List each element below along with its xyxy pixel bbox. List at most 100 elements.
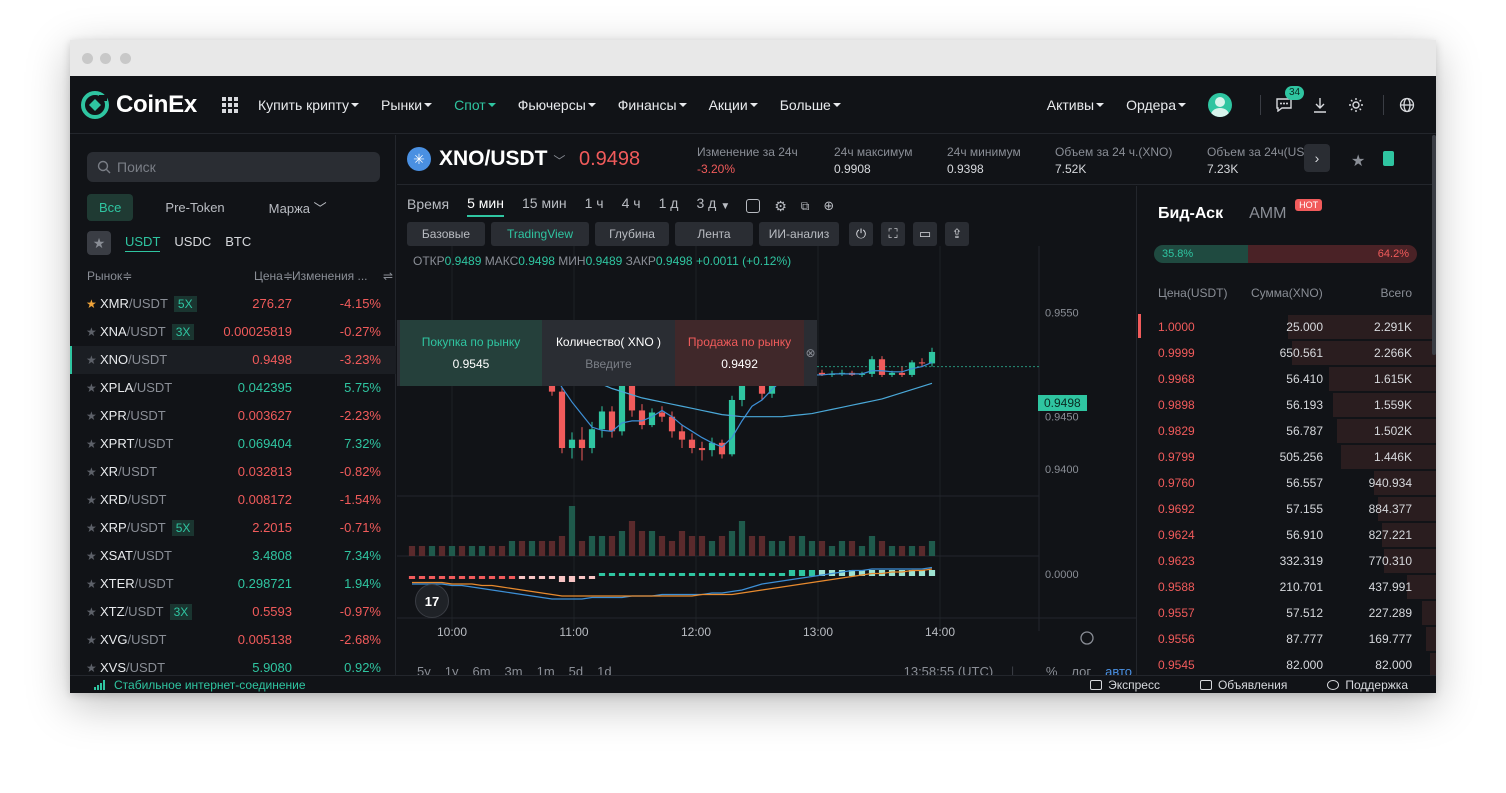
settings-gear-icon[interactable]: ⚙ — [774, 198, 787, 215]
timeframe-4[interactable]: 1 д — [659, 195, 679, 217]
assets-menu[interactable]: Активы — [1047, 97, 1105, 113]
pair-row[interactable]: ★ XTZ/USDT 3X 0.5593 -0.97% — [70, 598, 396, 626]
nav-item-3[interactable]: Фьючерсы — [518, 97, 596, 113]
pair-symbol[interactable]: XNO/USDT ﹀ — [439, 147, 565, 171]
market-sell-button[interactable]: Продажа по рынку 0.9492 — [675, 320, 805, 386]
timeframe-2[interactable]: 1 ч — [585, 195, 604, 217]
col-market[interactable]: Рынок≑ — [87, 269, 132, 283]
star-icon[interactable]: ★ — [86, 549, 97, 563]
filter-0[interactable]: Все — [87, 193, 134, 221]
timeframe-3[interactable]: 4 ч — [622, 195, 641, 217]
pair-row[interactable]: ★ XSAT/USDT 3.4808 7.34% — [70, 542, 396, 570]
filter-2[interactable]: Маржа ﹀ — [257, 192, 339, 223]
pair-row[interactable]: ★ XTER/USDT 0.298721 1.94% — [70, 570, 396, 598]
share-icon[interactable]: ⇪ — [945, 222, 969, 246]
star-icon[interactable]: ★ — [86, 633, 97, 647]
close-dot-icon[interactable] — [82, 53, 93, 64]
quote-tab-2[interactable]: BTC — [225, 234, 251, 252]
orders-menu[interactable]: Ордера — [1126, 97, 1186, 113]
nav-item-4[interactable]: Финансы — [618, 97, 687, 113]
price-chart[interactable]: 0.9550 0.9450 0.9400 0.0000 10:00 11:00 12:00 1… — [397, 246, 1137, 666]
star-icon[interactable]: ★ — [86, 437, 97, 451]
star-icon[interactable]: ★ — [86, 353, 97, 367]
ask-row[interactable]: 0.9760 56.557 940.934 — [1138, 470, 1436, 496]
nav-item-5[interactable]: Акции — [709, 97, 758, 113]
chevron-down-icon[interactable]: ▼ — [720, 201, 730, 212]
star-icon[interactable]: ★ — [86, 325, 97, 339]
minimize-dot-icon[interactable] — [100, 53, 111, 64]
ask-row[interactable]: 0.9999 650.561 2.266K — [1138, 340, 1436, 366]
support-link[interactable]: Поддержка — [1327, 678, 1408, 692]
pair-row[interactable]: ★ XPR/USDT 0.003627 -2.23% — [70, 402, 396, 430]
fullscreen-icon[interactable]: ⛶ — [881, 222, 905, 246]
view-tab-3[interactable]: Лента — [675, 222, 753, 246]
quote-tab-1[interactable]: USDC — [174, 234, 211, 252]
quantity-field[interactable]: Количество( XNO ) Введите — [542, 320, 675, 386]
search-input[interactable] — [117, 159, 367, 175]
view-tab-4[interactable]: ИИ-анализ — [759, 222, 839, 246]
ask-row[interactable]: 0.9799 505.256 1.446K — [1138, 444, 1436, 470]
ask-row[interactable]: 1.0000 25.000 2.291K — [1138, 314, 1436, 340]
ask-row[interactable]: 0.9624 56.910 827.221 — [1138, 522, 1436, 548]
ask-row[interactable]: 0.9623 332.319 770.310 — [1138, 548, 1436, 574]
col-change[interactable]: Изменения ... — [292, 269, 368, 283]
compare-icon[interactable]: ⧉ — [801, 199, 810, 214]
ask-row[interactable]: 0.9829 56.787 1.502K — [1138, 418, 1436, 444]
pair-row[interactable]: ★ XNO/USDT 0.9498 -3.23% — [70, 346, 396, 374]
maximize-dot-icon[interactable] — [120, 53, 131, 64]
filter-1[interactable]: Pre-Token — [153, 194, 236, 221]
pair-row[interactable]: ★ XNA/USDT 3X 0.00025819 -0.27% — [70, 318, 396, 346]
ask-row[interactable]: 0.9588 210.701 437.991 — [1138, 574, 1436, 600]
add-indicator-icon[interactable]: ⊕ — [823, 198, 834, 214]
favorites-star-icon[interactable]: ★ — [87, 231, 111, 255]
chevron-right-icon[interactable]: › — [1304, 144, 1330, 172]
globe-icon[interactable] — [1398, 96, 1416, 114]
ask-row[interactable]: 0.9557 57.512 227.289 — [1138, 600, 1436, 626]
pair-row[interactable]: ★ XPRT/USDT 0.069404 7.32% — [70, 430, 396, 458]
star-icon[interactable]: ★ — [86, 493, 97, 507]
timeframe-1[interactable]: 15 мин — [522, 195, 567, 217]
tradingview-logo[interactable]: 17 — [415, 584, 449, 618]
view-tab-1[interactable]: TradingView — [491, 222, 589, 246]
star-icon[interactable]: ★ — [86, 409, 97, 423]
view-tab-0[interactable]: Базовые — [407, 222, 485, 246]
ask-row[interactable]: 0.9556 87.777 169.777 — [1138, 626, 1436, 652]
user-avatar[interactable] — [1208, 93, 1232, 117]
ask-row[interactable]: 0.9968 56.410 1.615K — [1138, 366, 1436, 392]
view-tab-2[interactable]: Глубина — [595, 222, 669, 246]
pair-row[interactable]: ★ XR/USDT 0.032813 -0.82% — [70, 458, 396, 486]
theme-icon[interactable] — [1347, 96, 1365, 114]
tab-amm[interactable]: AMM HOT — [1249, 199, 1323, 223]
star-icon[interactable]: ★ — [86, 465, 97, 479]
panel-toggle-icon[interactable]: ▭ — [913, 222, 937, 246]
star-icon[interactable]: ★ — [86, 577, 97, 591]
tab-bid-ask[interactable]: Бид-Аск — [1158, 205, 1223, 223]
star-icon[interactable]: ★ — [86, 297, 97, 311]
download-icon[interactable] — [1311, 96, 1329, 114]
coinex-logo[interactable]: CoinEx — [80, 90, 197, 120]
page-scrollbar[interactable] — [1432, 135, 1436, 355]
ask-row[interactable]: 0.9898 56.193 1.559K — [1138, 392, 1436, 418]
nav-item-0[interactable]: Купить крипту — [258, 97, 360, 113]
quote-tab-0[interactable]: USDT — [125, 234, 161, 252]
market-buy-button[interactable]: Покупка по рынку 0.9545 — [399, 320, 542, 386]
apps-grid-icon[interactable] — [222, 97, 238, 113]
favorite-star-icon[interactable]: ★ — [1351, 151, 1365, 171]
pair-row[interactable]: ★ XPLA/USDT 0.042395 5.75% — [70, 374, 396, 402]
star-icon[interactable]: ★ — [86, 381, 97, 395]
ask-row[interactable]: 0.9692 57.155 884.377 — [1138, 496, 1436, 522]
star-icon[interactable]: ★ — [86, 605, 97, 619]
announcements-link[interactable]: Объявления — [1199, 678, 1287, 692]
swap-columns-icon[interactable]: ⇌ — [383, 269, 393, 283]
star-icon[interactable]: ★ — [86, 661, 97, 675]
col-price[interactable]: Цена≑ — [254, 269, 293, 283]
pair-row[interactable]: ★ XRP/USDT 5X 2.2015 -0.71% — [70, 514, 396, 542]
chat-icon[interactable]: 34 — [1275, 86, 1305, 114]
indicator-icon[interactable] — [746, 199, 761, 213]
star-icon[interactable]: ★ — [86, 521, 97, 535]
guide-book-icon[interactable] — [1383, 151, 1394, 166]
nav-item-1[interactable]: Рынки — [381, 97, 433, 113]
pair-row[interactable]: ★ XVG/USDT 0.005138 -2.68% — [70, 626, 396, 654]
nav-item-2[interactable]: Спот — [454, 97, 496, 113]
timeframe-0[interactable]: 5 мин — [467, 195, 504, 217]
